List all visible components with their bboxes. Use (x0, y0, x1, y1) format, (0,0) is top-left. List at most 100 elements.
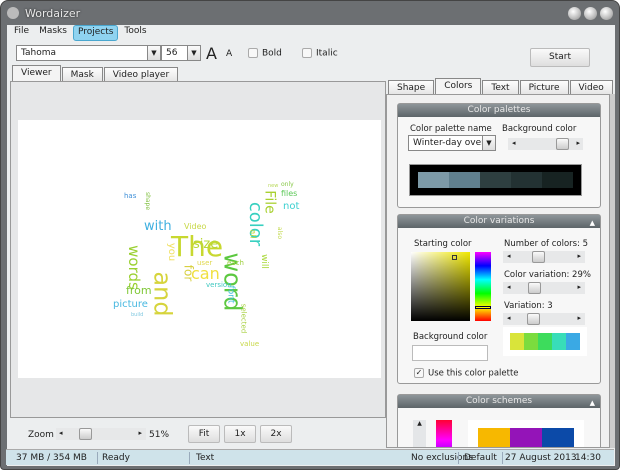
cloud-word: Video (184, 223, 206, 231)
zoom-2x-button[interactable]: 2x (260, 425, 292, 443)
window-title: Wordaizer (25, 7, 80, 20)
group-title: Color schemes (466, 396, 532, 406)
cloud-word: new (268, 184, 278, 189)
color-swatch (552, 333, 566, 350)
checkbox-box[interactable] (302, 48, 312, 58)
cloud-word: build (131, 313, 143, 318)
bold-label: Bold (262, 49, 282, 59)
chevron-down-icon[interactable]: ▼ (482, 136, 495, 150)
arrow-left-icon[interactable]: ◂ (512, 139, 516, 147)
hue-handle[interactable] (475, 306, 491, 309)
arrow-left-icon[interactable]: ◂ (507, 252, 511, 260)
background-color-field[interactable] (412, 345, 488, 361)
menu-file[interactable]: File (10, 25, 33, 41)
status-preset: Default (464, 453, 497, 463)
word-cloud-canvas[interactable]: The and word color words can File size w… (18, 120, 381, 378)
tab-picture[interactable]: Picture (520, 80, 569, 95)
tab-video-player[interactable]: Video player (104, 67, 178, 82)
color-swatch (418, 172, 449, 188)
cloud-word: size (193, 238, 218, 251)
cloud-word: with (144, 220, 172, 233)
hue-bar[interactable] (475, 252, 491, 321)
menu-masks[interactable]: Masks (35, 25, 71, 41)
menu-projects[interactable]: Projects (73, 25, 118, 41)
arrow-left-icon[interactable]: ◂ (59, 429, 63, 437)
color-picker-square[interactable] (411, 252, 470, 321)
slider-thumb[interactable] (527, 313, 540, 325)
group-title: Color variations (464, 216, 535, 226)
arrow-right-icon[interactable]: ▸ (576, 139, 580, 147)
tab-video[interactable]: Video (570, 80, 613, 95)
cloud-word: all (249, 229, 257, 238)
color-swatch (480, 172, 511, 188)
tab-colors[interactable]: Colors (435, 78, 481, 95)
maximize-button[interactable] (584, 7, 597, 20)
use-palette-checkbox[interactable]: ✓Use this color palette (414, 368, 519, 379)
group-header: Color schemes ▲ (398, 395, 600, 408)
fit-button[interactable]: Fit (188, 425, 220, 443)
color-swatch (566, 333, 580, 350)
cloud-word: version (206, 282, 232, 289)
right-scrollbar[interactable] (610, 94, 615, 448)
color-palettes-group: Color palettes Color palette name Backgr… (397, 103, 601, 208)
cloud-word: only (281, 182, 294, 188)
color-swatch (449, 172, 480, 188)
slider-thumb[interactable] (532, 251, 545, 263)
scheme-hue-bar[interactable] (436, 420, 452, 448)
shrink-font-button[interactable]: A (226, 49, 232, 59)
bold-checkbox[interactable]: Bold (248, 48, 282, 59)
arrow-left-icon[interactable]: ◂ (507, 283, 511, 291)
menu-tools[interactable]: Tools (120, 25, 150, 41)
collapse-icon[interactable]: ▲ (590, 397, 595, 410)
tab-viewer[interactable]: Viewer (12, 65, 61, 82)
slider-thumb[interactable] (528, 282, 541, 294)
minimize-button[interactable] (568, 7, 581, 20)
background-color-label: Background color (502, 124, 576, 134)
slider-thumb[interactable] (556, 138, 569, 150)
arrow-left-icon[interactable]: ◂ (507, 314, 511, 322)
slider-thumb[interactable] (79, 428, 92, 440)
check-icon[interactable]: ✓ (414, 368, 424, 378)
italic-checkbox[interactable]: Italic (302, 48, 338, 59)
arrow-right-icon[interactable]: ▸ (138, 429, 142, 437)
checkbox-box[interactable] (248, 48, 258, 58)
tab-shape[interactable]: Shape (388, 80, 434, 95)
color-swatch (524, 333, 538, 350)
font-value: Tahoma (21, 48, 56, 58)
start-button[interactable]: Start (530, 48, 590, 67)
cloud-word: picture (113, 300, 148, 310)
color-variation-label: Color variation: 29% (504, 270, 591, 280)
background-color-slider[interactable]: ◂▸ (508, 138, 583, 150)
scheme-preview[interactable] (468, 420, 584, 448)
tab-mask[interactable]: Mask (62, 67, 103, 82)
arrow-right-icon[interactable]: ▸ (577, 314, 581, 322)
cloud-word: each (227, 260, 244, 267)
font-select[interactable]: Tahoma ▼ (16, 45, 161, 61)
collapse-icon[interactable]: ▲ (590, 217, 595, 230)
zoom-slider[interactable]: ◂▸ (56, 428, 146, 440)
number-of-colors-slider[interactable]: ◂▸ (503, 251, 585, 263)
close-button[interactable] (600, 7, 613, 20)
picker-handle[interactable] (452, 255, 457, 260)
color-swatch (478, 428, 510, 448)
status-mode: Text (196, 453, 214, 463)
status-state: Ready (102, 453, 130, 463)
variation-slider[interactable]: ◂▸ (503, 313, 585, 325)
font-size-select[interactable]: 56▼ (161, 45, 201, 61)
arrow-right-icon[interactable]: ▸ (577, 252, 581, 260)
arrow-right-icon[interactable]: ▸ (577, 283, 581, 291)
color-swatch (510, 333, 524, 350)
chevron-down-icon[interactable]: ▼ (187, 46, 200, 60)
tab-text[interactable]: Text (482, 80, 518, 95)
chevron-down-icon[interactable]: ▼ (147, 46, 160, 60)
palette-name-select[interactable]: Winter-day overc▼ (408, 135, 496, 151)
colors-panel: Color palettes Color palette name Backgr… (386, 94, 610, 448)
palette-preview (409, 164, 582, 196)
italic-label: Italic (316, 49, 338, 59)
grow-font-button[interactable]: A (206, 44, 217, 63)
color-variation-slider[interactable]: ◂▸ (503, 282, 585, 294)
cloud-word: and (151, 271, 175, 316)
zoom-1x-button[interactable]: 1x (224, 425, 256, 443)
scheme-scrollbar[interactable]: ▲ (413, 420, 426, 448)
cloud-word: not (283, 202, 299, 212)
